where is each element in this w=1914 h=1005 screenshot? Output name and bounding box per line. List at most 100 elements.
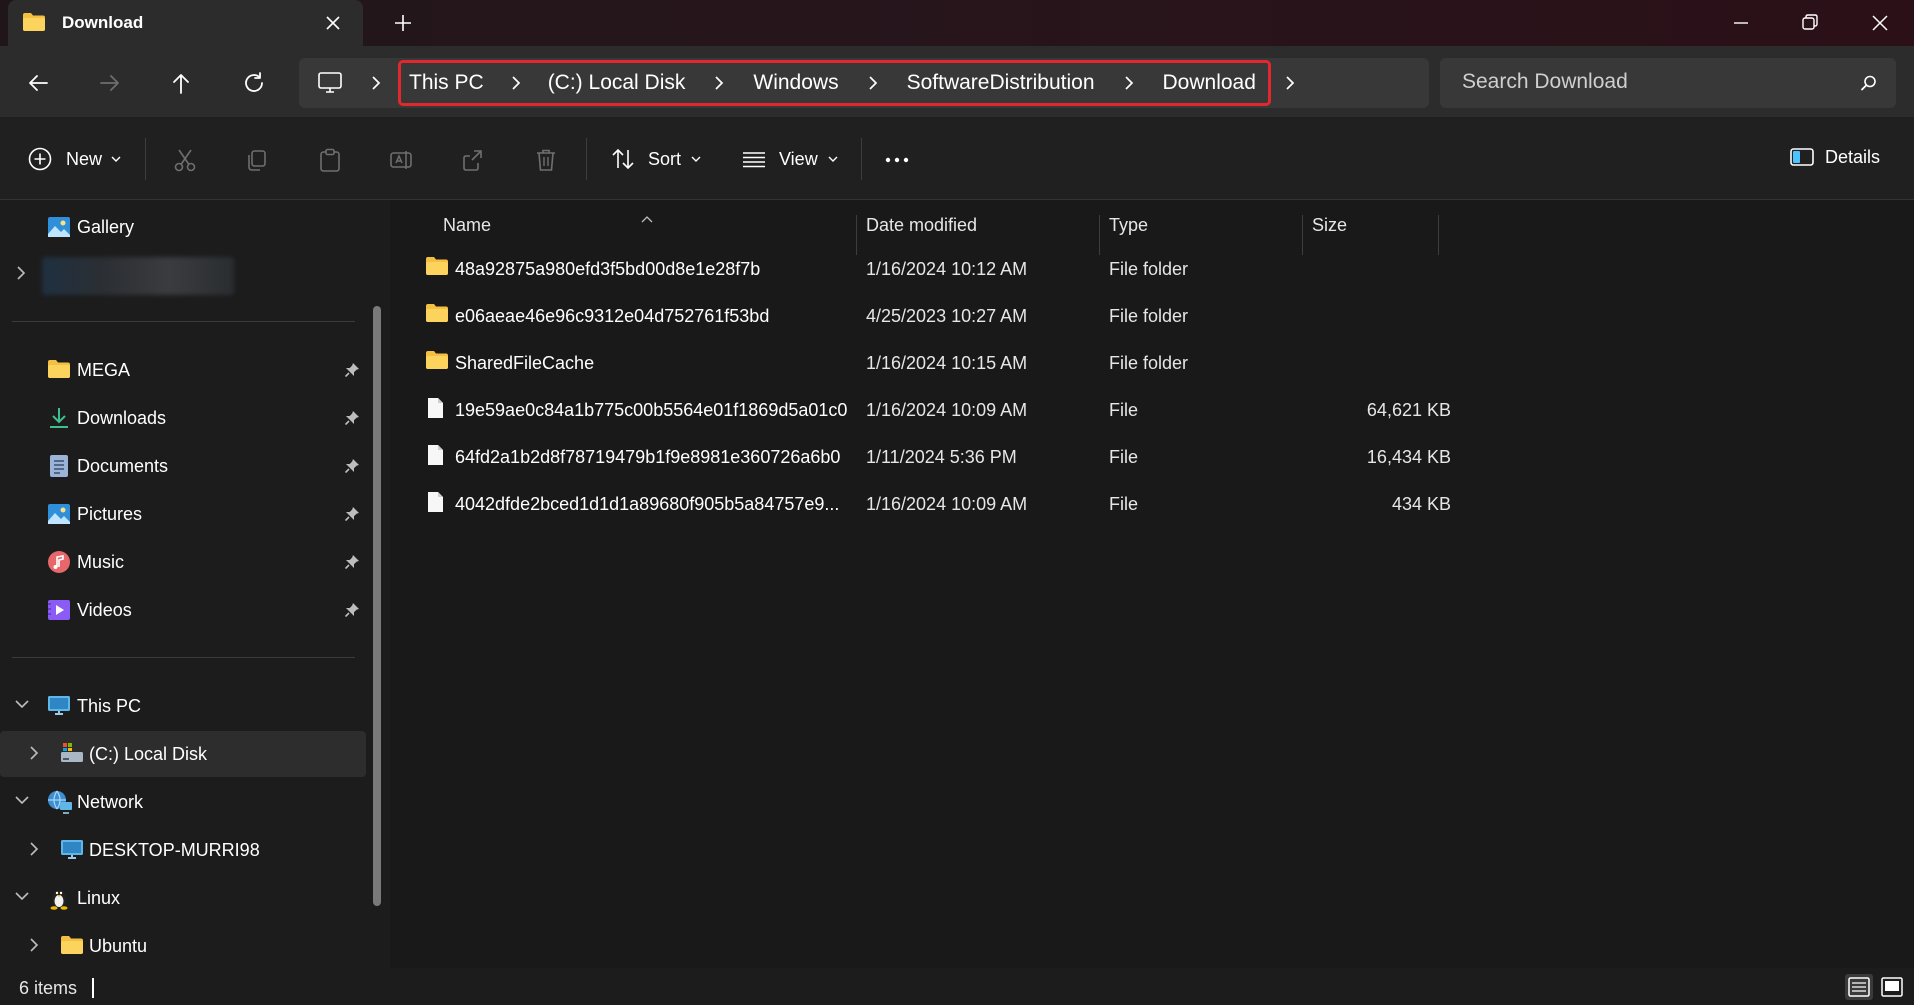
- file-name: 4042dfde2bced1d1d1a89680f905b5a84757e9..…: [455, 494, 840, 514]
- chevron-right-icon[interactable]: [368, 74, 384, 92]
- view-list-icon: [741, 146, 767, 172]
- cut-icon[interactable]: [172, 147, 198, 173]
- sidebar-item-documents[interactable]: Documents: [0, 443, 366, 489]
- minimize-icon[interactable]: [1726, 8, 1756, 38]
- breadcrumb-this-pc[interactable]: This PC: [409, 71, 484, 95]
- chevron-right-icon[interactable]: [711, 75, 727, 91]
- sidebar-item-account[interactable]: [0, 251, 366, 297]
- column-header-size[interactable]: Size: [1312, 215, 1347, 236]
- file-date-modified: 1/11/2024 5:36 PM: [866, 447, 1017, 467]
- table-row[interactable]: e06aeae46e96c9312e04d752761f53bd 4/25/202…: [419, 291, 1839, 337]
- column-header-date[interactable]: Date modified: [866, 215, 977, 236]
- chevron-right-icon[interactable]: [865, 75, 881, 91]
- sidebar-item-label: MEGA: [77, 360, 131, 380]
- restore-icon[interactable]: [1795, 8, 1825, 38]
- forward-icon[interactable]: [95, 68, 125, 98]
- new-label: New: [66, 148, 103, 169]
- pin-icon[interactable]: [344, 362, 360, 378]
- folder-icon: [425, 350, 449, 370]
- address-bar[interactable]: This PC (C:) Local Disk Windows Software…: [299, 58, 1429, 108]
- sidebar-item-videos[interactable]: Videos: [0, 587, 366, 633]
- chevron-right-icon[interactable]: [1121, 75, 1137, 91]
- sidebar-item-local-disk[interactable]: (C:) Local Disk: [0, 731, 366, 777]
- sidebar-scrollbar[interactable]: [373, 306, 381, 906]
- divider: [586, 138, 587, 180]
- divider: [145, 138, 146, 180]
- close-tab-icon[interactable]: [323, 13, 343, 33]
- table-row[interactable]: SharedFileCache 1/16/2024 10:15 AM File fo…: [419, 338, 1839, 384]
- column-header-name[interactable]: Name: [443, 215, 491, 236]
- pin-icon[interactable]: [344, 410, 360, 426]
- chevron-right-icon[interactable]: [27, 841, 41, 857]
- details-button[interactable]: Details: [1789, 146, 1880, 168]
- breadcrumb-windows[interactable]: Windows: [753, 71, 838, 95]
- file-list: Name Date modified Type Size 48a92875a98…: [395, 200, 1914, 968]
- refresh-icon[interactable]: [239, 68, 269, 98]
- sort-icon: [610, 146, 636, 172]
- chevron-right-icon[interactable]: [27, 937, 41, 953]
- chevron-down-icon[interactable]: [14, 889, 30, 903]
- chevron-right-icon[interactable]: [508, 75, 524, 91]
- new-button[interactable]: New: [27, 146, 121, 172]
- more-options-icon[interactable]: [884, 147, 910, 173]
- monitor-icon[interactable]: [317, 71, 343, 95]
- details-view-icon[interactable]: [1845, 974, 1873, 1000]
- table-row[interactable]: 48a92875a980efd3f5bd00d8e1e28f7b 1/16/202…: [419, 244, 1839, 290]
- large-icons-view-icon[interactable]: [1878, 974, 1906, 1000]
- file-icon: [425, 491, 445, 513]
- chevron-down-icon[interactable]: [14, 793, 30, 807]
- pin-icon[interactable]: [344, 602, 360, 618]
- up-icon[interactable]: [166, 68, 196, 98]
- sidebar-item-downloads[interactable]: Downloads: [0, 395, 366, 441]
- sidebar-item-this-pc[interactable]: This PC: [0, 683, 366, 729]
- sidebar-item-label: Gallery: [77, 217, 135, 237]
- sidebar-item-label: Pictures: [77, 504, 143, 524]
- tab-download[interactable]: Download: [8, 0, 363, 46]
- back-icon[interactable]: [23, 68, 53, 98]
- new-tab-icon[interactable]: [392, 12, 414, 34]
- breadcrumb-local-disk[interactable]: (C:) Local Disk: [548, 71, 686, 95]
- chevron-right-icon[interactable]: [1282, 75, 1298, 91]
- pin-icon[interactable]: [344, 554, 360, 570]
- sidebar-item-linux[interactable]: Linux: [0, 875, 366, 921]
- breadcrumb-download[interactable]: Download: [1163, 71, 1256, 95]
- file-icon: [425, 397, 445, 419]
- text-cursor: [92, 978, 94, 998]
- sidebar-item-mega[interactable]: MEGA: [0, 347, 366, 393]
- file-type: File folder: [1109, 259, 1189, 279]
- breadcrumb-software-distribution[interactable]: SoftwareDistribution: [907, 71, 1095, 95]
- file-name: 19e59ae0c84a1b775c00b5564e01f1869d5a01c0: [455, 400, 848, 420]
- sidebar-item-ubuntu[interactable]: Ubuntu: [0, 923, 366, 969]
- column-headers: Name Date modified Type Size: [395, 200, 1845, 255]
- sort-button[interactable]: Sort: [610, 146, 701, 172]
- search-box[interactable]: Search Download: [1440, 58, 1896, 108]
- column-header-type[interactable]: Type: [1109, 215, 1148, 236]
- sidebar-item-label: Music: [77, 552, 125, 572]
- divider: [12, 321, 355, 322]
- chevron-right-icon[interactable]: [14, 265, 28, 281]
- rename-icon[interactable]: [389, 147, 415, 173]
- sidebar-item-gallery[interactable]: Gallery: [0, 204, 366, 250]
- sidebar-item-network[interactable]: Network: [0, 779, 366, 825]
- table-row[interactable]: 4042dfde2bced1d1d1a89680f905b5a84757e9..…: [419, 479, 1839, 525]
- chevron-down-icon[interactable]: [14, 697, 30, 711]
- sidebar-item-music[interactable]: Music: [0, 539, 366, 585]
- close-window-icon[interactable]: [1865, 8, 1895, 38]
- table-row[interactable]: 64fd2a1b2d8f78719479b1f9e8981e360726a6b0…: [419, 432, 1839, 478]
- table-row[interactable]: 19e59ae0c84a1b775c00b5564e01f1869d5a01c0…: [419, 385, 1839, 431]
- view-button[interactable]: View: [741, 146, 838, 172]
- pin-icon[interactable]: [344, 506, 360, 522]
- folder-icon: [425, 303, 449, 323]
- delete-icon[interactable]: [533, 147, 559, 173]
- paste-icon[interactable]: [317, 147, 343, 173]
- search-input[interactable]: Search Download: [1462, 70, 1628, 94]
- pin-icon[interactable]: [344, 458, 360, 474]
- search-icon[interactable]: [1860, 74, 1878, 92]
- sidebar-item-desktop[interactable]: DESKTOP-MURRI98: [0, 827, 366, 873]
- sidebar-item-label: (C:) Local Disk: [89, 744, 208, 764]
- details-label: Details: [1825, 146, 1881, 167]
- chevron-right-icon[interactable]: [27, 745, 41, 761]
- copy-icon[interactable]: [244, 147, 270, 173]
- share-icon[interactable]: [461, 147, 487, 173]
- sidebar-item-pictures[interactable]: Pictures: [0, 491, 366, 537]
